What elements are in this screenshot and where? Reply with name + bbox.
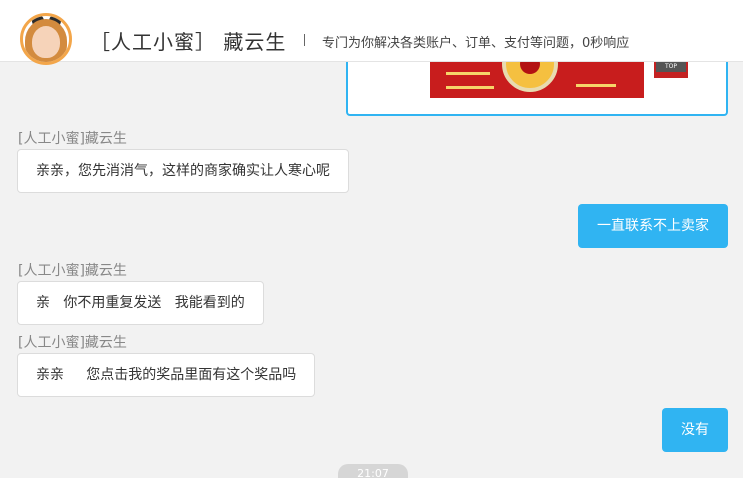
message-sender: [人工小蜜]藏云生 (18, 335, 127, 351)
screenshot-text-line (446, 86, 494, 89)
agent-avatar[interactable] (20, 13, 72, 65)
agent-title: ［人工小蜜］ 藏云生 (90, 30, 287, 54)
agent-message-bubble: 亲 你不用重复发送 我能看到的 (17, 281, 264, 325)
header-separator (304, 34, 305, 46)
timestamp-pill: 21:07 (338, 464, 408, 478)
chat-header: ［人工小蜜］ 藏云生 专门为你解决各类账户、订单、支付等问题，0秒响应 (0, 0, 743, 65)
message-sender: [人工小蜜]藏云生 (18, 263, 127, 279)
user-message-bubble: 一直联系不上卖家 (578, 204, 728, 248)
agent-description: 专门为你解决各类账户、订单、支付等问题，0秒响应 (322, 36, 630, 51)
agent-message-bubble: 亲亲 您点击我的奖品里面有这个奖品吗 (17, 353, 316, 397)
agent-message-bubble: 亲亲，您先消消气，这样的商家确实让人寒心呢 (17, 149, 349, 193)
message-sender: [人工小蜜]藏云生 (18, 131, 127, 147)
screenshot-text-line (446, 72, 490, 75)
screenshot-top-tag: TOP (656, 62, 686, 72)
avatar-face-icon (32, 26, 60, 58)
user-message-bubble: 没有 (662, 408, 728, 452)
screenshot-text-line (576, 84, 616, 87)
